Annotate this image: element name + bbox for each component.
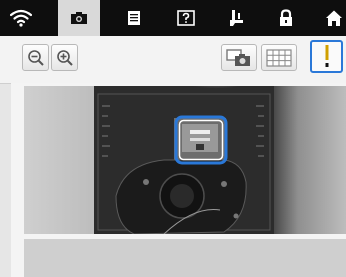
camera-feed-lower-area [24,239,346,277]
tab-home[interactable] [313,0,346,36]
tab-help[interactable] [165,0,207,36]
zoom-out-icon [27,49,44,66]
tab-lock[interactable] [265,0,307,36]
camera-icon [71,12,87,24]
tab-wifi[interactable] [0,0,42,36]
needle-plate-image [24,86,346,234]
tab-camera[interactable] [58,0,100,36]
home-icon [326,10,342,26]
needle-position-button[interactable] [310,40,343,73]
lock-icon [280,9,292,26]
zoom-out-button[interactable] [22,44,49,71]
camera-feed [24,86,346,234]
camera-capture-button[interactable] [221,44,257,71]
grid-button[interactable] [261,44,297,71]
tab-document[interactable] [113,0,155,36]
needle-position-icon [325,44,328,67]
zoom-in-icon [56,49,73,66]
help-icon [177,10,195,26]
camera-capture-icon [226,48,250,66]
sewing-foot-icon [230,10,243,26]
zoom-in-button[interactable] [51,44,78,71]
grid-icon [266,48,292,67]
top-tab-bar [0,0,346,36]
wifi-icon [10,9,32,27]
camera-view-panel [11,83,346,277]
document-icon [128,11,140,25]
tab-sewing-foot[interactable] [216,0,258,36]
